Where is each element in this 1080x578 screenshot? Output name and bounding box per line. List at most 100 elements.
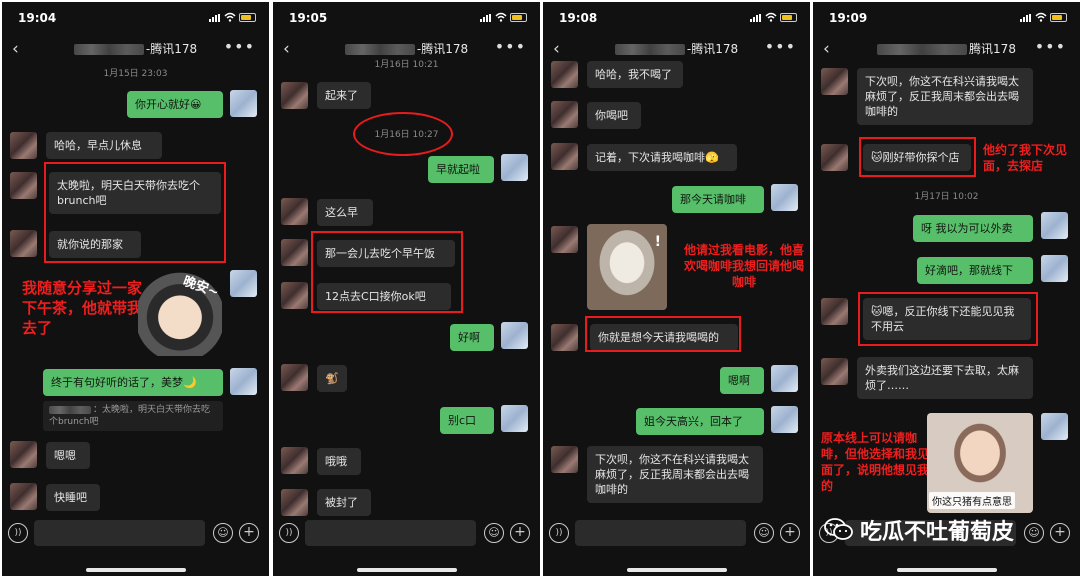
message-bubble[interactable]: 早就起啦 bbox=[428, 156, 494, 183]
status-time: 19:04 bbox=[18, 11, 57, 25]
avatar[interactable] bbox=[230, 368, 257, 395]
avatar[interactable] bbox=[821, 298, 848, 325]
avatar[interactable] bbox=[281, 447, 308, 474]
plus-icon[interactable]: + bbox=[239, 523, 259, 543]
avatar[interactable] bbox=[551, 101, 578, 128]
avatar[interactable] bbox=[821, 358, 848, 385]
more-icon[interactable]: ••• bbox=[224, 37, 255, 56]
message-bubble[interactable]: 你喝吧 bbox=[587, 102, 641, 129]
plus-icon[interactable]: + bbox=[1050, 523, 1070, 543]
message-input[interactable] bbox=[575, 520, 746, 546]
avatar[interactable] bbox=[230, 270, 257, 297]
status-time: 19:09 bbox=[829, 11, 868, 25]
avatar[interactable] bbox=[1041, 255, 1068, 282]
avatar[interactable] bbox=[10, 441, 37, 468]
message-bubble[interactable]: 终于有句好听的话了，美梦🌙 bbox=[43, 369, 223, 396]
avatar[interactable] bbox=[281, 364, 308, 391]
avatar[interactable] bbox=[821, 144, 848, 171]
avatar[interactable] bbox=[10, 132, 37, 159]
message-bubble[interactable]: 好啊 bbox=[450, 324, 494, 351]
baby-sticker-image[interactable]: 你这只猪有点意思 bbox=[927, 413, 1033, 513]
emoji-icon[interactable]: ☺ bbox=[754, 523, 774, 543]
plus-icon[interactable]: + bbox=[780, 523, 800, 543]
timestamp: 1月17日 10:02 bbox=[914, 192, 979, 202]
message-bubble[interactable]: 哈哈，早点儿休息 bbox=[46, 132, 162, 159]
more-icon[interactable]: ••• bbox=[1035, 37, 1066, 56]
message-bubble[interactable]: 被封了 bbox=[317, 489, 371, 516]
sticker-text: 晚安~ bbox=[180, 274, 221, 301]
status-bar: 19:09 bbox=[813, 2, 1080, 32]
avatar[interactable] bbox=[501, 322, 528, 349]
avatar[interactable] bbox=[501, 405, 528, 432]
voice-icon[interactable]: )) bbox=[8, 523, 28, 543]
avatar[interactable] bbox=[551, 324, 578, 351]
home-indicator bbox=[896, 568, 997, 572]
message-bubble[interactable]: 起来了 bbox=[317, 82, 371, 109]
status-bar: 19:05 bbox=[273, 2, 540, 32]
avatar[interactable] bbox=[821, 68, 848, 95]
home-indicator bbox=[356, 568, 457, 572]
highlight-box bbox=[858, 292, 1038, 346]
avatar[interactable] bbox=[1041, 212, 1068, 239]
message-bubble[interactable]: 嗯嗯 bbox=[46, 442, 90, 469]
sticker-caption: 你这只猪有点意思 bbox=[929, 492, 1015, 509]
blurred-contact-name bbox=[877, 44, 968, 55]
wechat-logo-icon bbox=[824, 518, 853, 540]
message-bubble[interactable]: 好滴吧，那就线下 bbox=[917, 257, 1033, 284]
status-time: 19:05 bbox=[289, 11, 328, 25]
emoji-icon[interactable]: ☺ bbox=[484, 523, 504, 543]
message-bubble[interactable]: 下次呗，你这不在科兴请我喝太麻烦了，反正我周末都会出去喝咖啡的 bbox=[587, 446, 763, 503]
avatar[interactable] bbox=[230, 90, 257, 117]
status-icons bbox=[209, 12, 256, 22]
highlight-box bbox=[585, 316, 741, 352]
message-bubble[interactable]: 外卖我们这边还要下去取，太麻烦了…… bbox=[857, 357, 1033, 399]
message-input[interactable] bbox=[34, 520, 205, 546]
avatar[interactable] bbox=[10, 172, 37, 199]
input-bar: )) ☺ + bbox=[273, 516, 540, 552]
avatar[interactable] bbox=[281, 282, 308, 309]
voice-icon[interactable]: )) bbox=[549, 523, 569, 543]
message-bubble[interactable]: 这么早 bbox=[317, 199, 373, 226]
message-bubble[interactable]: 下次呗，你这不在科兴请我喝太麻烦了，反正我周末都会出去喝咖啡的 bbox=[857, 68, 1033, 125]
avatar[interactable] bbox=[10, 483, 37, 510]
status-bar: 19:08 bbox=[543, 2, 810, 32]
avatar[interactable] bbox=[551, 226, 578, 253]
message-bubble[interactable]: 嗯啊 bbox=[720, 367, 764, 394]
message-bubble[interactable]: 🐒 bbox=[317, 365, 347, 392]
more-icon[interactable]: ••• bbox=[765, 37, 796, 56]
emoji-icon[interactable]: ☺ bbox=[213, 523, 233, 543]
message-bubble[interactable]: 呀 我以为可以外卖 bbox=[913, 215, 1033, 242]
wifi-icon bbox=[224, 12, 236, 22]
avatar[interactable] bbox=[281, 198, 308, 225]
cat-sticker-image[interactable]: ! bbox=[587, 224, 667, 310]
input-bar: )) ☺ + bbox=[2, 516, 269, 552]
voice-icon[interactable]: )) bbox=[279, 523, 299, 543]
avatar[interactable] bbox=[501, 154, 528, 181]
avatar[interactable] bbox=[10, 230, 37, 257]
message-bubble[interactable]: 那今天请咖啡 bbox=[672, 186, 764, 213]
avatar[interactable] bbox=[281, 239, 308, 266]
message-bubble[interactable]: 你开心就好😀 bbox=[127, 91, 223, 118]
message-bubble[interactable]: 哦哦 bbox=[317, 448, 361, 475]
sticker-image[interactable]: 晚安~ bbox=[138, 270, 222, 356]
plus-icon[interactable]: + bbox=[510, 523, 530, 543]
message-input[interactable] bbox=[305, 520, 476, 546]
avatar[interactable] bbox=[551, 61, 578, 88]
avatar[interactable] bbox=[771, 406, 798, 433]
message-bubble[interactable]: 快睡吧 bbox=[46, 484, 100, 511]
avatar[interactable] bbox=[281, 489, 308, 516]
wifi-icon bbox=[1035, 12, 1047, 22]
avatar[interactable] bbox=[551, 446, 578, 473]
avatar[interactable] bbox=[771, 365, 798, 392]
message-bubble[interactable]: 别c口 bbox=[440, 407, 494, 434]
message-bubble[interactable]: 哈哈，我不喝了 bbox=[587, 61, 683, 88]
avatar[interactable] bbox=[1041, 413, 1068, 440]
blurred-contact-name bbox=[614, 44, 685, 55]
more-icon[interactable]: ••• bbox=[495, 37, 526, 56]
avatar[interactable] bbox=[281, 82, 308, 109]
battery-icon bbox=[510, 13, 527, 22]
avatar[interactable] bbox=[551, 143, 578, 170]
message-bubble[interactable]: 记着，下次请我喝咖啡🫣 bbox=[587, 144, 737, 171]
message-bubble[interactable]: 姐今天高兴，回本了 bbox=[636, 408, 764, 435]
avatar[interactable] bbox=[771, 184, 798, 211]
